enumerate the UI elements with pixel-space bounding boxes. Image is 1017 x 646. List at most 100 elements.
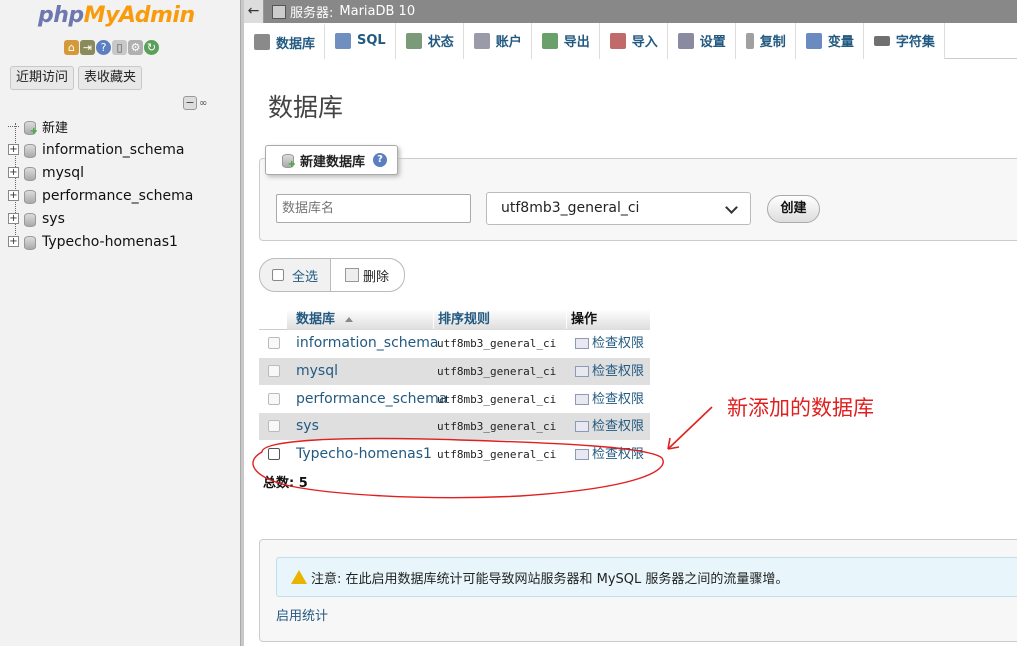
exit-icon[interactable]: ⇥ bbox=[80, 40, 95, 55]
table-row: mysql utf8mb3_general_ci 检查权限 bbox=[259, 358, 650, 385]
create-button[interactable]: 创建 bbox=[767, 195, 820, 223]
warning-icon bbox=[291, 570, 307, 584]
settings-icon[interactable]: ⚙ bbox=[128, 40, 143, 55]
enable-statistics-link[interactable]: 启用统计 bbox=[276, 605, 328, 624]
database-link[interactable]: information_schema bbox=[296, 330, 439, 357]
expand-icon[interactable]: + bbox=[8, 167, 19, 178]
tree-item-mysql[interactable]: + mysql bbox=[8, 161, 84, 184]
collation-cell: utf8mb3_general_ci bbox=[437, 448, 557, 461]
collation-cell: utf8mb3_general_ci bbox=[437, 420, 557, 433]
recent-tab[interactable]: 近期访问 bbox=[10, 66, 75, 90]
delete-icon bbox=[345, 268, 359, 282]
tree-item-new[interactable]: 新建 bbox=[8, 115, 68, 138]
delete-button[interactable]: 删除 bbox=[330, 259, 404, 291]
home-icon[interactable]: ⌂ bbox=[64, 40, 79, 55]
database-link[interactable]: mysql bbox=[296, 358, 338, 385]
tab-export[interactable]: 导出 bbox=[531, 22, 600, 59]
tree-item-information-schema[interactable]: + information_schema bbox=[8, 138, 185, 161]
row-checkbox[interactable] bbox=[268, 448, 280, 460]
sql-icon bbox=[335, 32, 352, 49]
tab-import[interactable]: 导入 bbox=[599, 22, 668, 59]
select-all-checkbox[interactable]: 全选 bbox=[260, 259, 330, 291]
help-icon[interactable]: ? bbox=[96, 40, 111, 55]
privileges-icon bbox=[575, 394, 589, 405]
collation-cell: utf8mb3_general_ci bbox=[437, 365, 557, 378]
tab-accounts[interactable]: 账户 bbox=[463, 22, 532, 59]
table-row: performance_schema utf8mb3_general_ci 检查… bbox=[259, 386, 650, 413]
database-link[interactable]: performance_schema bbox=[296, 386, 447, 413]
collation-cell: utf8mb3_general_ci bbox=[437, 337, 557, 350]
database-icon bbox=[254, 34, 270, 50]
docs-icon[interactable]: ▯ bbox=[112, 40, 127, 55]
reload-icon[interactable]: ↻ bbox=[144, 40, 159, 55]
replication-icon bbox=[745, 32, 754, 49]
expand-icon[interactable]: + bbox=[8, 236, 19, 247]
table-header: 数据库 排序规则 操作 bbox=[259, 309, 650, 330]
tree-item-typecho-homenas1[interactable]: + Typecho-homenas1 bbox=[8, 230, 178, 253]
check-privileges-link[interactable]: 检查权限 bbox=[575, 386, 644, 413]
row-checkbox[interactable] bbox=[268, 393, 280, 405]
table-row: sys utf8mb3_general_ci 检查权限 bbox=[259, 413, 650, 440]
privileges-icon bbox=[575, 421, 589, 432]
row-checkbox[interactable] bbox=[268, 337, 280, 349]
tab-sql[interactable]: SQL bbox=[325, 22, 396, 59]
row-checkbox[interactable] bbox=[268, 365, 280, 377]
server-name-link[interactable]: MariaDB 10 bbox=[339, 4, 415, 19]
tree-item-performance-schema[interactable]: + performance_schema bbox=[8, 184, 193, 207]
database-icon bbox=[22, 166, 36, 181]
chevron-down-icon bbox=[725, 201, 738, 214]
wrench-icon bbox=[677, 32, 694, 49]
database-link[interactable]: sys bbox=[296, 413, 319, 440]
collapse-all-icon[interactable]: − bbox=[183, 96, 197, 110]
checkbox[interactable] bbox=[272, 269, 284, 281]
accounts-icon bbox=[473, 32, 490, 49]
import-icon bbox=[609, 32, 626, 49]
bulk-actions: 全选 删除 bbox=[259, 258, 405, 292]
tab-databases[interactable]: 数据库 bbox=[244, 22, 326, 59]
breadcrumb-bar: ← 服务器: MariaDB 10 bbox=[244, 0, 1017, 23]
expand-icon[interactable]: + bbox=[8, 190, 19, 201]
table-row: Typecho-homenas1 utf8mb3_general_ci 检查权限 bbox=[259, 441, 650, 468]
database-link[interactable]: Typecho-homenas1 bbox=[296, 441, 432, 468]
collation-cell: utf8mb3_general_ci bbox=[437, 393, 557, 406]
check-privileges-link[interactable]: 检查权限 bbox=[575, 358, 644, 385]
tree-item-sys[interactable]: + sys bbox=[8, 207, 65, 230]
privileges-icon bbox=[575, 449, 589, 460]
annotation-arrowhead bbox=[667, 437, 680, 450]
nav-icon-bar: ⌂ ⇥ ? ▯ ⚙ ↻ bbox=[64, 40, 159, 55]
nav-resize-handle[interactable] bbox=[240, 0, 244, 646]
tab-replication[interactable]: 复制 bbox=[735, 22, 796, 59]
check-privileges-link[interactable]: 检查权限 bbox=[575, 441, 644, 468]
phpmyadmin-logo[interactable]: phpMyAdmin bbox=[38, 3, 195, 28]
privileges-icon bbox=[575, 338, 589, 349]
annotation-arrow bbox=[667, 406, 713, 450]
check-privileges-link[interactable]: 检查权限 bbox=[575, 330, 644, 357]
charset-icon bbox=[873, 35, 890, 46]
main-tabs: 数据库 SQL 状态 账户 导出 导入 设置 复制 变量 字符集 bbox=[244, 22, 1017, 59]
help-icon[interactable]: ? bbox=[373, 153, 388, 167]
server-icon bbox=[272, 4, 286, 19]
sort-asc-icon bbox=[345, 317, 354, 322]
column-header-collation[interactable]: 排序规则 bbox=[438, 309, 490, 330]
variables-icon bbox=[805, 32, 822, 49]
tab-variables[interactable]: 变量 bbox=[795, 22, 864, 59]
row-checkbox[interactable] bbox=[268, 420, 280, 432]
collation-select[interactable]: utf8mb3_general_ci bbox=[486, 192, 751, 225]
column-header-action: 操作 bbox=[571, 312, 598, 327]
back-arrow-icon[interactable]: ← bbox=[244, 0, 264, 23]
database-name-input[interactable] bbox=[276, 194, 471, 223]
status-icon bbox=[405, 32, 422, 49]
expand-icon[interactable]: + bbox=[8, 213, 19, 224]
tab-status[interactable]: 状态 bbox=[395, 22, 464, 59]
create-database-legend: 新建数据库 ? bbox=[265, 145, 399, 175]
tab-charset[interactable]: 字符集 bbox=[863, 22, 945, 59]
column-header-database[interactable]: 数据库 bbox=[296, 309, 354, 330]
notice-message: 注意: 在此启用数据库统计可能导致网站服务器和 MySQL 服务器之间的流量骤增… bbox=[276, 557, 1017, 597]
link-icon[interactable]: ∞ bbox=[199, 98, 207, 109]
tab-settings[interactable]: 设置 bbox=[667, 22, 736, 59]
expand-icon[interactable]: + bbox=[8, 144, 19, 155]
check-privileges-link[interactable]: 检查权限 bbox=[575, 413, 644, 440]
database-icon bbox=[22, 189, 36, 204]
favorites-tab[interactable]: 表收藏夹 bbox=[78, 66, 143, 90]
tree-controls: − ∞ bbox=[183, 96, 207, 110]
